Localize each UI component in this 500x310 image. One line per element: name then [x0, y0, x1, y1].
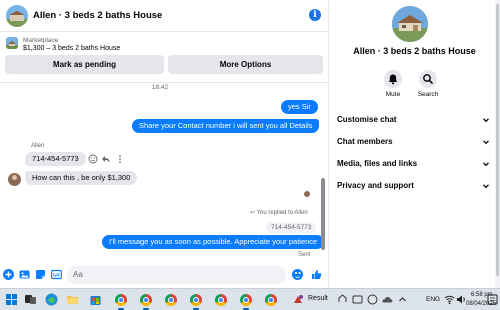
section-privacy-support[interactable]: Privacy and support	[337, 179, 493, 193]
reply-context-label: You replied to Allen	[256, 210, 308, 216]
section-label: Chat members	[337, 137, 393, 146]
message-composer: GIF Aa	[0, 262, 329, 288]
bell-icon	[388, 74, 398, 85]
chrome-icon[interactable]	[165, 294, 177, 306]
timestamp-separator: 18:42	[151, 84, 169, 91]
file-explorer-icon[interactable]	[66, 293, 79, 306]
task-view-icon[interactable]	[24, 293, 37, 306]
chrome-icon[interactable]	[240, 294, 252, 306]
search-label: Search	[417, 91, 439, 98]
sender-name: Allen	[31, 143, 45, 149]
incoming-message[interactable]: 714-454-5773	[25, 152, 86, 166]
listing-avatar-large[interactable]	[392, 6, 428, 42]
more-options-button[interactable]: More Options	[168, 55, 323, 74]
plus-icon[interactable]	[3, 269, 14, 280]
marketplace-label: Marketplace	[23, 37, 59, 44]
seen-indicator-avatar	[304, 191, 310, 197]
reply-context: ↩ You replied to Allen	[250, 209, 308, 216]
tray-icon[interactable]	[336, 293, 349, 306]
marketplace-banner: Marketplace $1,300 – 3 beds 2 baths Hous…	[0, 33, 329, 83]
sticker-icon[interactable]	[35, 269, 46, 280]
chevron-down-icon	[483, 140, 489, 145]
chat-scrollbar[interactable]	[321, 178, 325, 250]
listing-avatar[interactable]	[6, 5, 28, 27]
chrome-icon[interactable]	[265, 294, 277, 306]
search-icon	[423, 74, 433, 84]
tray-icon[interactable]	[351, 293, 364, 306]
more-actions-icon[interactable]	[115, 154, 125, 164]
outgoing-message[interactable]: I'll message you as soon as possible. Ap…	[102, 235, 325, 249]
quoted-message[interactable]: 714-454-5773	[266, 222, 317, 233]
windows-start-icon[interactable]	[5, 293, 18, 306]
react-icon[interactable]	[88, 154, 98, 164]
message-status: Sent	[298, 252, 311, 258]
details-title: Allen · 3 beds 2 baths House	[353, 46, 476, 56]
image-icon[interactable]	[19, 269, 30, 280]
search-result-icon[interactable]	[292, 293, 305, 306]
emoji-icon[interactable]	[292, 269, 303, 280]
edge-icon[interactable]	[45, 293, 58, 306]
chat-header: Allen · 3 beds 2 baths House i	[0, 0, 329, 32]
taskbar-search-label[interactable]: Result	[308, 295, 328, 302]
mute-button[interactable]	[384, 70, 402, 88]
chevron-up-icon[interactable]	[396, 293, 409, 306]
reply-arrow-icon: ↩	[250, 210, 257, 216]
chevron-down-icon	[483, 162, 489, 167]
language-indicator[interactable]: ENG	[426, 296, 440, 303]
store-icon[interactable]	[89, 293, 102, 306]
mark-as-pending-button[interactable]: Mark as pending	[5, 55, 164, 74]
search-button[interactable]	[419, 70, 437, 88]
chevron-down-icon	[483, 118, 489, 123]
chrome-icon[interactable]	[215, 294, 227, 306]
tray-icon[interactable]	[366, 293, 379, 306]
section-label: Customise chat	[337, 115, 397, 124]
sender-avatar[interactable]	[8, 173, 21, 186]
thumbs-up-icon[interactable]	[311, 269, 322, 280]
message-input[interactable]: Aa	[67, 266, 286, 284]
section-media-files-links[interactable]: Media, files and links	[337, 157, 493, 171]
chrome-icon[interactable]	[140, 294, 152, 306]
conversation-details-panel: Allen · 3 beds 2 baths House Mute Search…	[329, 0, 500, 288]
chevron-down-icon	[483, 184, 489, 189]
cloud-icon[interactable]	[381, 293, 394, 306]
listing-thumbnail[interactable]	[6, 37, 18, 49]
section-chat-members[interactable]: Chat members	[337, 135, 493, 149]
chat-title[interactable]: Allen · 3 beds 2 baths House	[33, 10, 162, 21]
svg-text:GIF: GIF	[53, 272, 61, 277]
gif-icon[interactable]: GIF	[51, 269, 62, 280]
notification-icon[interactable]	[487, 293, 498, 306]
section-label: Media, files and links	[337, 159, 418, 168]
listing-description[interactable]: $1,300 – 3 beds 2 baths House	[23, 45, 120, 52]
section-label: Privacy and support	[337, 181, 414, 190]
chrome-icon[interactable]	[190, 294, 202, 306]
mute-label: Mute	[385, 91, 401, 98]
info-icon[interactable]: i	[309, 9, 321, 21]
outgoing-message[interactable]: yes Sir	[281, 100, 318, 114]
incoming-message[interactable]: How can this , be only $1,300	[25, 171, 138, 185]
reply-icon[interactable]	[101, 154, 111, 164]
chrome-icon[interactable]	[115, 294, 127, 306]
section-customise-chat[interactable]: Customise chat	[337, 113, 493, 127]
page-scrollbar-thumb[interactable]	[496, 4, 499, 276]
outgoing-message[interactable]: Share your Contact number i will sent yo…	[132, 119, 320, 133]
windows-taskbar: Result ENG 6:58 pm 08/04/2025	[0, 288, 500, 310]
chat-pane: Allen · 3 beds 2 baths House i Marketpla…	[0, 0, 329, 288]
